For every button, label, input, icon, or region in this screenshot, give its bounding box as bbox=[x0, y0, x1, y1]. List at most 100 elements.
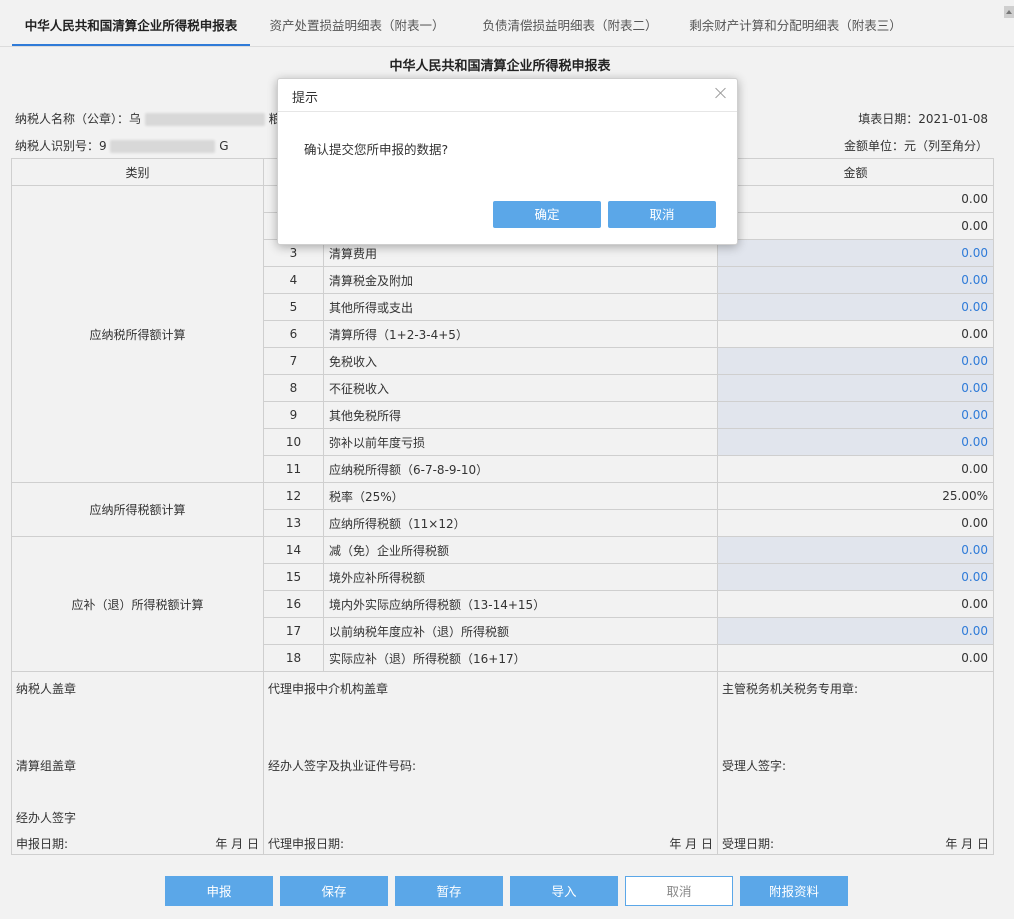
header-category: 类别 bbox=[11, 158, 264, 186]
row-number: 10 bbox=[263, 428, 324, 456]
row-number: 17 bbox=[263, 617, 324, 645]
cancel-button[interactable]: 取消 bbox=[625, 876, 733, 906]
amount-cell: 0.00 bbox=[717, 185, 994, 213]
amount-input[interactable]: 0.00 bbox=[717, 347, 994, 375]
amount-cell: 0.00 bbox=[717, 644, 994, 672]
row-number: 5 bbox=[263, 293, 324, 321]
amount-input[interactable]: 0.00 bbox=[717, 617, 994, 645]
amount-input[interactable]: 0.00 bbox=[717, 401, 994, 429]
signer-label: 经办人签字 bbox=[16, 811, 77, 825]
row-item: 免税收入 bbox=[323, 347, 718, 375]
taxpayer-name: 纳税人名称（公章）：乌 粮公 bbox=[15, 110, 293, 127]
amount-input[interactable]: 0.00 bbox=[717, 563, 994, 591]
declare-date-ymd: 年 月 日 bbox=[215, 837, 259, 851]
row-item: 其他所得或支出 bbox=[323, 293, 718, 321]
redacted-id bbox=[110, 140, 216, 153]
row-number: 11 bbox=[263, 455, 324, 483]
row-item: 境内外实际应纳所得税额（13-14+15） bbox=[323, 590, 718, 618]
taxpayer-seal-label: 纳税人盖章 bbox=[16, 682, 77, 696]
amount-cell: 25.00% bbox=[717, 482, 994, 510]
temp-save-button[interactable]: 暂存 bbox=[395, 876, 503, 906]
tab-bar: 中华人民共和国清算企业所得税申报表 资产处置损益明细表（附表一） 负债清偿损益明… bbox=[0, 0, 1014, 47]
amount-input[interactable]: 0.00 bbox=[717, 374, 994, 402]
signature-agent: 代理申报中介机构盖章 经办人签字及执业证件号码: 代理申报日期: 年 月 日 bbox=[263, 671, 718, 855]
group-tax-refund: 应补（退）所得税额计算 bbox=[11, 536, 264, 672]
dialog-header: 提示 bbox=[278, 79, 737, 112]
confirm-ok-button[interactable]: 确定 bbox=[493, 201, 601, 228]
amount-input[interactable]: 0.00 bbox=[717, 428, 994, 456]
row-number: 13 bbox=[263, 509, 324, 537]
row-item: 清算税金及附加 bbox=[323, 266, 718, 294]
agent-date-label: 代理申报日期: bbox=[268, 837, 345, 851]
amount-input[interactable]: 0.00 bbox=[717, 293, 994, 321]
tab-asset-disposal[interactable]: 资产处置损益明细表（附表一） bbox=[262, 0, 452, 46]
dialog-title: 提示 bbox=[292, 91, 319, 106]
amount-cell: 0.00 bbox=[717, 509, 994, 537]
amount-unit: 金额单位：元（列至角分） bbox=[843, 139, 988, 153]
redacted-name bbox=[144, 113, 265, 126]
amount-cell: 0.00 bbox=[717, 590, 994, 618]
agent-date-ymd: 年 月 日 bbox=[669, 837, 713, 851]
amount-input[interactable]: 0.00 bbox=[717, 536, 994, 564]
receive-date-label: 受理日期: bbox=[722, 837, 775, 851]
row-number: 8 bbox=[263, 374, 324, 402]
row-item: 税率（25%） bbox=[323, 482, 718, 510]
row-number: 18 bbox=[263, 644, 324, 672]
table-row: 应补（退）所得税额计算 14 减（免）企业所得税额 0.00 bbox=[11, 536, 994, 672]
declare-date-label: 申报日期: bbox=[16, 837, 69, 851]
declare-button[interactable]: 申报 bbox=[165, 876, 273, 906]
receiver-signer-label: 受理人签字: bbox=[722, 759, 787, 773]
row-item: 减（免）企业所得税额 bbox=[323, 536, 718, 564]
row-item: 实际应补（退）所得税额（16+17） bbox=[323, 644, 718, 672]
office-seal-label: 主管税务机关税务专用章: bbox=[722, 682, 859, 696]
row-number: 7 bbox=[263, 347, 324, 375]
amount-input[interactable]: 0.00 bbox=[717, 266, 994, 294]
row-item: 其他免税所得 bbox=[323, 401, 718, 429]
table-row: 应纳所得税额计算 12 税率（25%） 25.00% bbox=[11, 482, 994, 537]
group-tax-payable: 应纳所得税额计算 bbox=[11, 482, 264, 537]
signature-row: 纳税人盖章 清算组盖章 经办人签字 申报日期: 年 月 日 代理申报中介机构盖章… bbox=[11, 671, 994, 855]
taxpayer-id-tail: G bbox=[219, 139, 229, 153]
row-number: 15 bbox=[263, 563, 324, 591]
agent-seal-label: 代理申报中介机构盖章 bbox=[268, 682, 389, 696]
tab-remaining-assets[interactable]: 剩余财产计算和分配明细表（附表三） bbox=[688, 0, 903, 46]
tab-debt-settlement[interactable]: 负债清偿损益明细表（附表二） bbox=[470, 0, 670, 46]
row-number: 6 bbox=[263, 320, 324, 348]
save-button[interactable]: 保存 bbox=[280, 876, 388, 906]
fill-date: 填表日期：2021-01-08 bbox=[858, 112, 988, 126]
header-amount: 金额 bbox=[717, 158, 994, 186]
signature-taxpayer: 纳税人盖章 清算组盖章 经办人签字 申报日期: 年 月 日 bbox=[11, 671, 264, 855]
attachments-button[interactable]: 附报资料 bbox=[740, 876, 848, 906]
row-item: 境外应补所得税额 bbox=[323, 563, 718, 591]
group-taxable-income: 应纳税所得额计算 bbox=[11, 185, 264, 483]
row-item: 弥补以前年度亏损 bbox=[323, 428, 718, 456]
close-icon[interactable] bbox=[713, 85, 729, 101]
amount-cell: 0.00 bbox=[717, 212, 994, 240]
amount-input[interactable]: 0.00 bbox=[717, 239, 994, 267]
import-button[interactable]: 导入 bbox=[510, 876, 618, 906]
confirm-cancel-button[interactable]: 取消 bbox=[608, 201, 716, 228]
confirm-dialog: 提示 确认提交您所申报的数据? 确定 取消 bbox=[277, 78, 738, 245]
row-item: 清算所得（1+2-3-4+5） bbox=[323, 320, 718, 348]
row-number: 9 bbox=[263, 401, 324, 429]
taxpayer-id-label: 纳税人识别号：9 bbox=[15, 139, 107, 153]
tab-main-form[interactable]: 中华人民共和国清算企业所得税申报表 bbox=[12, 0, 250, 46]
page-title: 中华人民共和国清算企业所得税申报表 bbox=[389, 59, 611, 74]
receive-date-ymd: 年 月 日 bbox=[945, 837, 989, 851]
row-number: 4 bbox=[263, 266, 324, 294]
row-item: 应纳税所得额（6-7-8-9-10） bbox=[323, 455, 718, 483]
row-number: 12 bbox=[263, 482, 324, 510]
declaration-form: 类别 金额 应纳税所得额计算 1 0.00 2 0.00 3 清算费用 0.00… bbox=[11, 158, 994, 855]
signature-tax-office: 主管税务机关税务专用章: 受理人签字: 受理日期: 年 月 日 bbox=[717, 671, 994, 855]
row-number: 16 bbox=[263, 590, 324, 618]
row-number: 14 bbox=[263, 536, 324, 564]
taxpayer-id: 纳税人识别号：9 G bbox=[15, 137, 229, 154]
dialog-message: 确认提交您所申报的数据? bbox=[304, 142, 449, 157]
scroll-up-arrow-icon[interactable] bbox=[1004, 6, 1014, 18]
amount-cell: 0.00 bbox=[717, 455, 994, 483]
taxpayer-name-label: 纳税人名称（公章）：乌 bbox=[15, 112, 142, 126]
agent-signer-label: 经办人签字及执业证件号码: bbox=[268, 759, 417, 773]
row-item: 不征税收入 bbox=[323, 374, 718, 402]
row-item: 以前纳税年度应补（退）所得税额 bbox=[323, 617, 718, 645]
row-item: 应纳所得税额（11×12） bbox=[323, 509, 718, 537]
